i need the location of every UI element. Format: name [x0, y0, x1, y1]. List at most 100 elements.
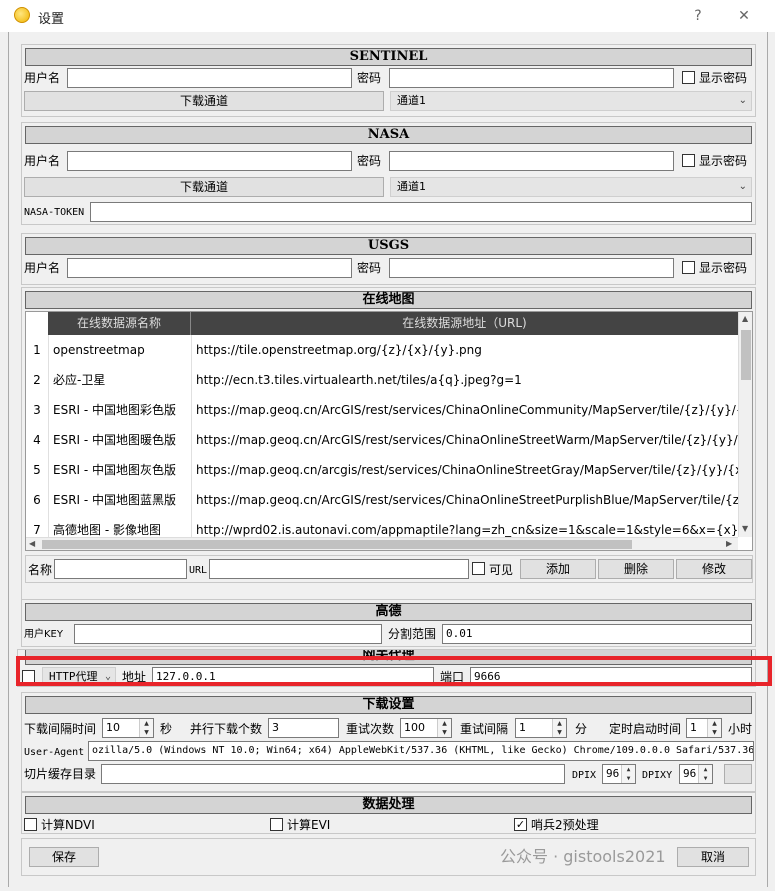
- scroll-right-icon[interactable]: ▶: [726, 539, 732, 548]
- table-row[interactable]: 2 必应-卫星 http://ecn.t3.tiles.virtualearth.n…: [26, 365, 751, 395]
- retry-count-value: 100: [404, 721, 425, 734]
- source-url-cell[interactable]: https://map.geoq.cn/ArcGIS/rest/services…: [191, 395, 739, 425]
- retry-interval-value: 1: [519, 721, 526, 734]
- minutes-label: 分: [575, 722, 588, 736]
- split-range-input[interactable]: 0.01: [442, 624, 752, 644]
- timer-value: 1: [690, 721, 697, 734]
- scroll-up-icon[interactable]: ▲: [742, 314, 748, 323]
- evi-label: 计算EVI: [287, 818, 331, 832]
- timer-spinbox[interactable]: 1 ▲ ▼: [686, 718, 722, 738]
- table-row[interactable]: 1 openstreetmap https://tile.openstreetmap…: [26, 335, 751, 365]
- nasa-download-channel-button[interactable]: 下载通道: [24, 177, 384, 197]
- evi-checkbox[interactable]: [270, 818, 283, 831]
- scrollbar-thumb[interactable]: [741, 330, 751, 380]
- dpiy-value: 96: [683, 767, 697, 780]
- spin-arrows-icon[interactable]: ▲ ▼: [707, 719, 721, 737]
- scroll-down-icon[interactable]: ▼: [742, 524, 748, 533]
- spin-arrows-icon[interactable]: ▲ ▼: [437, 719, 451, 737]
- dpiy-label: DPIXY: [642, 770, 673, 781]
- close-button[interactable]: ✕: [734, 6, 754, 26]
- source-name-label: 名称: [28, 563, 53, 577]
- nasa-channel-value: 通道1: [397, 180, 426, 193]
- visible-checkbox[interactable]: [472, 562, 485, 575]
- source-name-cell[interactable]: ESRI - 中国地图蓝黑版: [48, 485, 191, 515]
- column-header-url[interactable]: 在线数据源地址（URL): [191, 312, 739, 335]
- cancel-button[interactable]: 取消: [677, 847, 749, 867]
- spin-arrows-icon[interactable]: ▲ ▼: [621, 765, 635, 783]
- usgs-password-input[interactable]: [389, 258, 674, 278]
- source-url-label: URL: [189, 565, 208, 576]
- nasa-channel-select[interactable]: 通道1 ⌄: [390, 177, 752, 197]
- source-url-cell[interactable]: http://ecn.t3.tiles.virtualearth.net/til…: [191, 365, 739, 395]
- row-number: 6: [33, 493, 41, 507]
- spin-arrows-icon[interactable]: ▲ ▼: [698, 765, 712, 783]
- nasa-username-input[interactable]: [67, 151, 352, 171]
- table-row[interactable]: 6 ESRI - 中国地图蓝黑版 https://map.geoq.cn/ArcGI…: [26, 485, 751, 515]
- delete-button[interactable]: 删除: [598, 559, 674, 579]
- s2-preprocess-checkbox[interactable]: ✓: [514, 818, 527, 831]
- sentinel-username-label: 用户名: [24, 71, 61, 85]
- sentinel-channel-select[interactable]: 通道1 ⌄: [390, 91, 752, 111]
- ndvi-checkbox[interactable]: [24, 818, 37, 831]
- save-button[interactable]: 保存: [29, 847, 99, 867]
- source-url-input[interactable]: [209, 559, 469, 579]
- nasa-password-input[interactable]: [389, 151, 674, 171]
- source-name-input[interactable]: [54, 559, 187, 579]
- sentinel-username-input[interactable]: [67, 68, 352, 88]
- user-agent-input[interactable]: ozilla/5.0 (Windows NT 10.0; Win64; x64)…: [88, 741, 754, 761]
- spin-arrows-icon[interactable]: ▲ ▼: [139, 719, 153, 737]
- source-name-cell[interactable]: ESRI - 中国地图彩色版: [48, 395, 191, 425]
- table-row[interactable]: 4 ESRI - 中国地图暖色版 https://map.geoq.cn/ArcGI…: [26, 425, 751, 455]
- sentinel-password-input[interactable]: [389, 68, 674, 88]
- sentinel-download-channel-button[interactable]: 下载通道: [24, 91, 384, 111]
- gaode-key-input[interactable]: [74, 624, 382, 644]
- help-button[interactable]: ?: [688, 6, 708, 26]
- footer-group: 保存 公众号 · gistools2021 取消: [21, 838, 756, 876]
- gaode-group: 高德 用户KEY 分割范围 0.01: [21, 599, 756, 647]
- nasa-token-input[interactable]: [90, 202, 752, 222]
- table-row[interactable]: 3 ESRI - 中国地图彩色版 https://map.geoq.cn/ArcGI…: [26, 395, 751, 425]
- download-settings-group: 下载设置 下载间隔时间 10 ▲ ▼ 秒 并行下载个数 3 重试次数 100 ▲ ▼ 重…: [21, 692, 756, 792]
- user-agent-label: User-Agent: [24, 747, 85, 758]
- source-url-cell[interactable]: https://map.geoq.cn/ArcGIS/rest/services…: [191, 485, 739, 515]
- horizontal-scrollbar-thumb[interactable]: [42, 540, 632, 549]
- retry-count-spinbox[interactable]: 100 ▲ ▼: [400, 718, 452, 738]
- data-processing-group: 数据处理 计算NDVI 计算EVI ✓ 哨兵2预处理: [21, 792, 756, 834]
- usgs-username-input[interactable]: [67, 258, 352, 278]
- modify-button[interactable]: 修改: [676, 559, 752, 579]
- source-name-cell[interactable]: 必应-卫星: [48, 365, 191, 395]
- usgs-show-password-checkbox[interactable]: [682, 261, 695, 274]
- sentinel-show-password-checkbox[interactable]: [682, 71, 695, 84]
- source-name-cell[interactable]: ESRI - 中国地图灰色版: [48, 455, 191, 485]
- row-number: 5: [33, 463, 41, 477]
- source-url-cell[interactable]: https://map.geoq.cn/ArcGIS/rest/services…: [191, 425, 739, 455]
- retry-interval-spinbox[interactable]: 1 ▲ ▼: [515, 718, 567, 738]
- parallel-input[interactable]: 3: [268, 718, 339, 738]
- add-button[interactable]: 添加: [520, 559, 596, 579]
- window-title: 设置: [38, 12, 65, 27]
- dpix-value: 96: [606, 767, 620, 780]
- sentinel-password-label: 密码: [357, 71, 382, 85]
- source-name-cell[interactable]: openstreetmap: [48, 335, 191, 365]
- spin-arrows-icon[interactable]: ▲ ▼: [552, 719, 566, 737]
- retry-interval-label: 重试间隔: [460, 722, 509, 736]
- horizontal-scrollbar[interactable]: ◀ ▶: [26, 537, 738, 550]
- cache-dir-input[interactable]: [101, 764, 565, 784]
- browse-button[interactable]: [724, 764, 752, 784]
- nasa-token-label: NASA-TOKEN: [24, 207, 85, 218]
- table-row[interactable]: 5 ESRI - 中国地图灰色版 https://map.geoq.cn/arcgi…: [26, 455, 751, 485]
- interval-spinbox[interactable]: 10 ▲ ▼: [102, 718, 154, 738]
- usgs-password-label: 密码: [357, 261, 382, 275]
- usgs-group: USGS 用户名 密码 显示密码: [21, 233, 756, 285]
- column-header-name[interactable]: 在线数据源名称: [48, 312, 191, 335]
- nasa-show-password-checkbox[interactable]: [682, 154, 695, 167]
- source-name-cell[interactable]: ESRI - 中国地图暖色版: [48, 425, 191, 455]
- vertical-scrollbar[interactable]: ▲ ▼: [738, 312, 752, 537]
- s2-preprocess-label: 哨兵2预处理: [531, 818, 599, 832]
- source-url-cell[interactable]: https://map.geoq.cn/arcgis/rest/services…: [191, 455, 739, 485]
- source-url-cell[interactable]: https://tile.openstreetmap.org/{z}/{x}/{…: [191, 335, 739, 365]
- dpiy-spinbox[interactable]: 96 ▲ ▼: [679, 764, 713, 784]
- dpix-spinbox[interactable]: 96 ▲ ▼: [602, 764, 636, 784]
- chevron-down-icon: ⌄: [738, 181, 747, 192]
- scroll-left-icon[interactable]: ◀: [29, 539, 35, 548]
